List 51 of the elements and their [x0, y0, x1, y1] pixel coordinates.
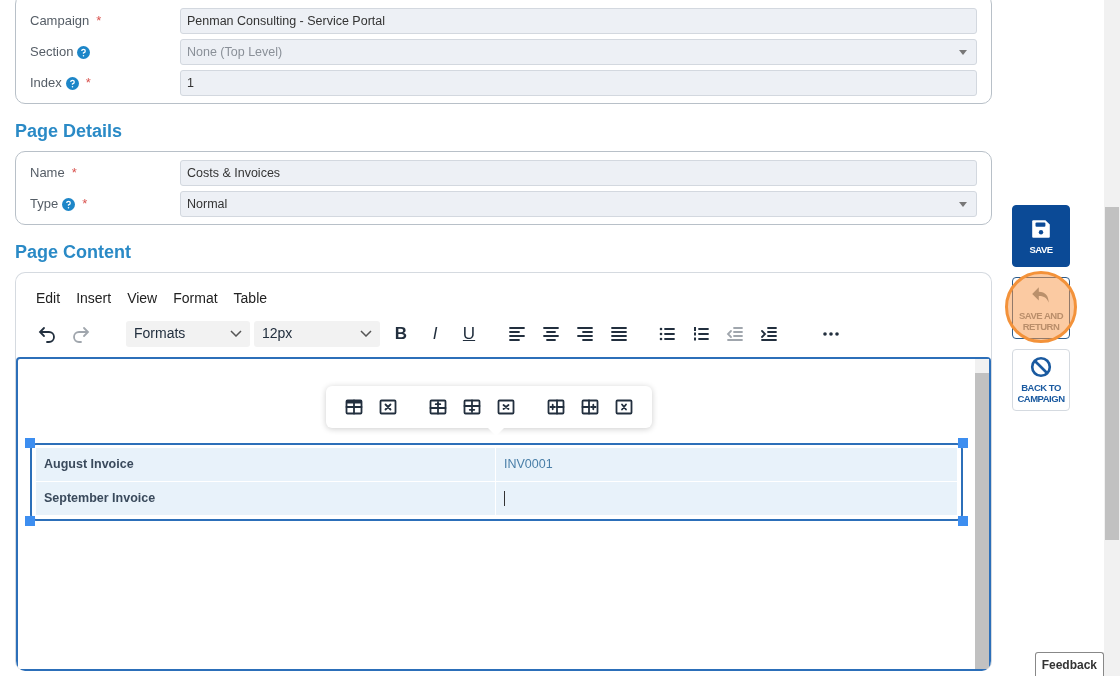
field-label: Section	[30, 43, 74, 62]
menu-item[interactable]: View	[119, 286, 166, 311]
resize-handle[interactable]	[25, 438, 35, 448]
required-asterisk: *	[85, 74, 91, 93]
chevron-down-icon	[230, 330, 242, 337]
bold-button[interactable]: B	[384, 320, 418, 347]
save-icon	[1030, 217, 1052, 240]
chevron-down-icon	[360, 330, 372, 337]
dropdown-caret-icon	[958, 200, 968, 208]
insert-row-above-icon[interactable]	[428, 397, 448, 417]
dropdown-button[interactable]: 12px	[254, 320, 380, 347]
italic-button[interactable]: I	[418, 320, 452, 347]
select-field: None (Top Level)	[180, 39, 977, 65]
dropdown-button[interactable]: Formats	[126, 320, 250, 347]
table-cell-text: INV0001	[503, 456, 554, 473]
insert-row-below-icon[interactable]	[462, 397, 482, 417]
delete-column-icon[interactable]	[614, 397, 634, 417]
dropdown-caret-icon	[958, 48, 968, 56]
field-label: Type	[30, 195, 59, 214]
menu-item[interactable]: Format	[165, 286, 226, 311]
table-cell: August Invoice	[36, 448, 496, 481]
save-button[interactable]: SAVE	[1012, 205, 1070, 267]
menu-item[interactable]: Table	[225, 286, 276, 311]
text-field[interactable]: Penman Consulting - Service Portal	[180, 8, 977, 34]
feedback-button[interactable]: Feedback	[1034, 652, 1104, 676]
required-asterisk: *	[82, 195, 88, 214]
field-label: Index	[30, 74, 62, 93]
section-heading: Page Details	[15, 120, 124, 143]
resize-handle[interactable]	[958, 438, 968, 448]
insert-column-right-icon[interactable]	[580, 397, 600, 417]
resize-handle[interactable]	[958, 515, 968, 526]
field-label: Campaign	[30, 12, 90, 31]
field-label: Name	[30, 164, 65, 183]
back-button[interactable]: BACK TO CAMPAIGN	[1012, 349, 1070, 411]
required-asterisk: *	[71, 164, 77, 183]
delete-table-icon[interactable]	[378, 397, 398, 417]
insert-column-left-icon[interactable]	[546, 397, 566, 417]
menu-item[interactable]: Insert	[68, 286, 120, 311]
ban-icon	[1030, 356, 1052, 378]
table-icon[interactable]	[344, 397, 364, 417]
section-heading: Page Content	[15, 241, 132, 264]
select-field[interactable]: Normal	[180, 191, 977, 217]
menu-item[interactable]: Edit	[28, 286, 69, 311]
text-field[interactable]: Costs & Invoices	[180, 160, 977, 186]
text-cursor	[504, 490, 505, 506]
delete-row-icon[interactable]	[496, 397, 516, 417]
resize-handle[interactable]	[25, 515, 35, 526]
table-cell: September Invoice	[36, 481, 496, 515]
underline-button[interactable]: U	[452, 320, 486, 347]
required-asterisk: *	[96, 12, 102, 31]
text-field[interactable]: 1	[180, 70, 977, 96]
